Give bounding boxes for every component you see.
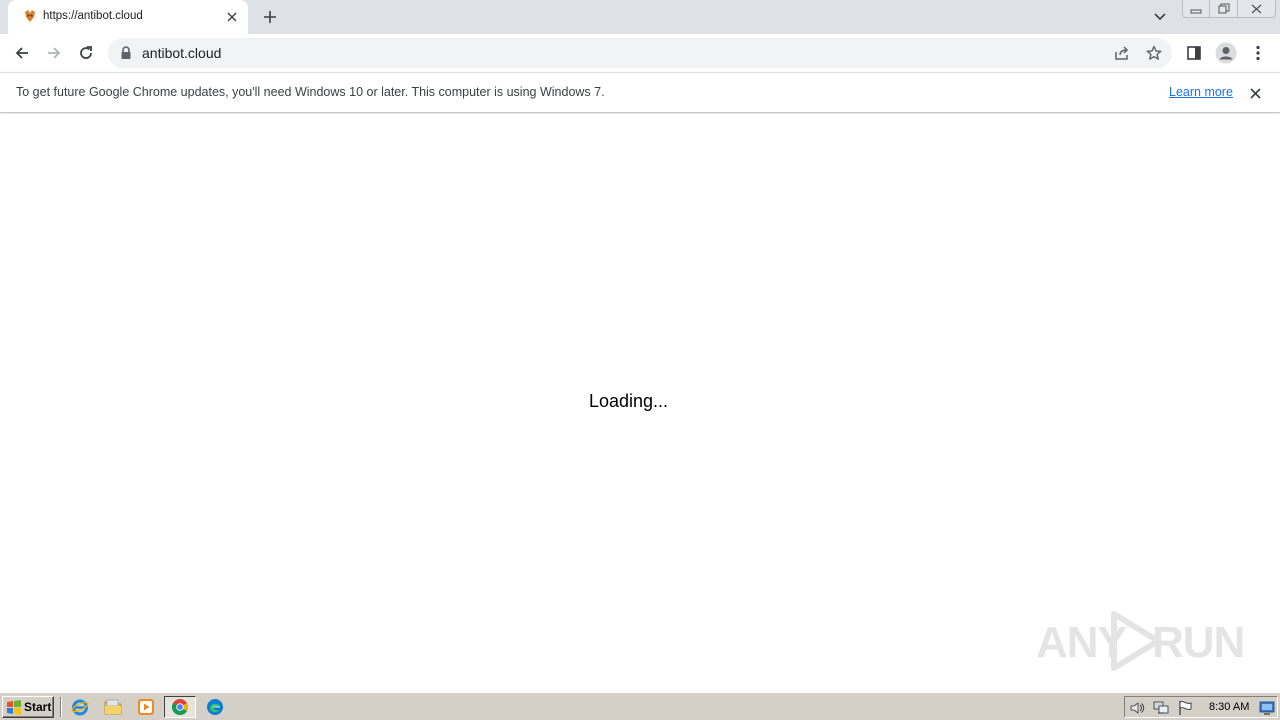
watermark-right-text: RUN <box>1152 618 1245 667</box>
profile-button[interactable] <box>1214 41 1238 65</box>
system-tray: 8:30 AM <box>1124 696 1278 718</box>
kebab-menu-icon <box>1256 45 1260 61</box>
show-desktop-button[interactable] <box>1259 700 1275 716</box>
side-panel-button[interactable] <box>1182 41 1206 65</box>
speaker-icon <box>1130 702 1145 714</box>
taskbar: Start 8:30 AM <box>0 692 1280 720</box>
forward-arrow-icon <box>48 47 61 59</box>
close-window-button[interactable] <box>1238 0 1275 17</box>
tab-close-button[interactable] <box>224 9 240 25</box>
chevron-down-icon <box>1154 13 1166 21</box>
flag-icon <box>1179 701 1192 715</box>
back-arrow-icon <box>15 47 28 59</box>
reload-icon <box>80 46 92 59</box>
loading-text: Loading... <box>588 391 669 411</box>
tab-title: https://antibot.cloud <box>43 10 143 22</box>
start-label: Start <box>24 700 52 714</box>
window-controls <box>1182 0 1276 18</box>
windows-flag-icon <box>7 699 21 715</box>
ie-icon <box>71 699 89 716</box>
explorer-taskbar-button[interactable] <box>101 696 125 718</box>
anyrun-watermark: ANY RUN <box>1036 608 1245 678</box>
menu-button[interactable] <box>1246 41 1270 65</box>
plus-icon <box>264 11 276 23</box>
tab-antibot[interactable]: https://antibot.cloud <box>8 0 248 34</box>
taskbar-clock[interactable]: 8:30 AM <box>1209 701 1249 713</box>
browser-toolbar: antibot.cloud <box>0 34 1280 72</box>
update-infobar: To get future Google Chrome updates, you… <box>0 72 1280 113</box>
folder-icon <box>104 699 122 715</box>
ie-taskbar-button[interactable] <box>68 696 92 718</box>
share-icon <box>1115 46 1129 60</box>
network-icon <box>1153 701 1169 714</box>
new-tab-button[interactable] <box>258 6 282 28</box>
network-button[interactable] <box>1153 700 1169 716</box>
screen: https://antibot.cloud antibot.cloud To g… <box>0 0 1280 720</box>
close-icon <box>1249 87 1261 99</box>
forward-button[interactable] <box>42 41 66 65</box>
bookmark-button[interactable] <box>1145 44 1163 62</box>
edge-taskbar-button[interactable] <box>203 696 227 718</box>
media-player-taskbar-button[interactable] <box>134 696 158 718</box>
tab-strip: https://antibot.cloud <box>0 0 1280 34</box>
action-center-button[interactable] <box>1177 700 1193 716</box>
tab-search-button[interactable] <box>1150 8 1170 26</box>
chrome-icon <box>171 699 189 716</box>
infobar-close-button[interactable] <box>1246 84 1264 102</box>
url-text: antibot.cloud <box>142 45 222 61</box>
learn-more-link[interactable]: Learn more <box>1169 85 1233 99</box>
media-player-icon <box>138 699 154 715</box>
start-button[interactable]: Start <box>2 696 54 718</box>
close-icon <box>227 12 237 22</box>
taskbar-separator <box>60 697 62 717</box>
volume-button[interactable] <box>1129 700 1145 716</box>
profile-icon <box>1215 42 1237 64</box>
favicon-icon <box>22 9 38 25</box>
restore-icon <box>1218 3 1230 14</box>
reload-button[interactable] <box>74 41 98 65</box>
address-bar[interactable]: antibot.cloud <box>108 38 1172 68</box>
star-icon <box>1146 45 1162 60</box>
page-content: Loading... ANY RUN <box>0 114 1280 692</box>
infobar-message: To get future Google Chrome updates, you… <box>16 85 605 99</box>
minimize-button[interactable] <box>1183 0 1211 17</box>
share-button[interactable] <box>1113 44 1131 62</box>
lock-icon[interactable] <box>120 46 132 60</box>
close-icon <box>1251 4 1262 13</box>
edge-icon <box>207 699 223 715</box>
minimize-icon <box>1190 9 1202 13</box>
show-desktop-icon <box>1259 701 1275 715</box>
chrome-taskbar-button[interactable] <box>164 696 196 718</box>
restore-button[interactable] <box>1210 0 1238 17</box>
back-button[interactable] <box>10 41 34 65</box>
side-panel-icon <box>1187 46 1201 60</box>
